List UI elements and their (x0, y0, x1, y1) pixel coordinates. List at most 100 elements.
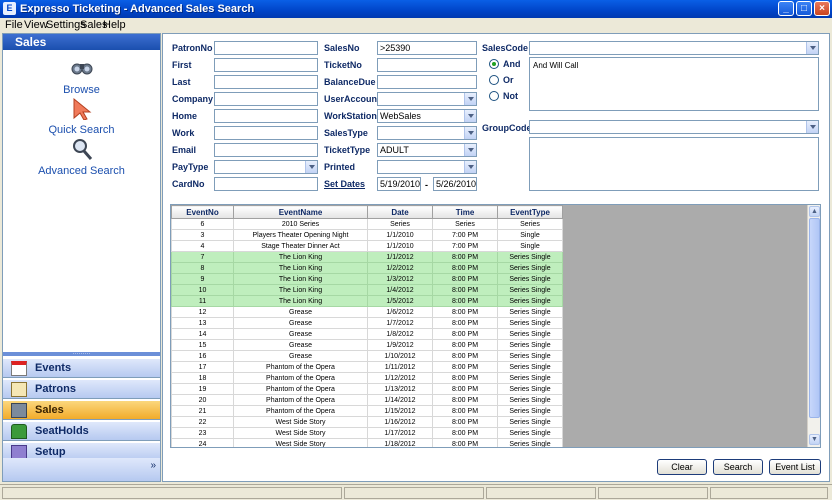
cash-register-icon (11, 403, 27, 418)
email-input[interactable] (214, 143, 318, 157)
chevron-down-icon[interactable] (806, 121, 818, 133)
cardno-input[interactable] (214, 177, 318, 191)
cell-eventname: The Lion King (233, 284, 368, 296)
close-button[interactable]: × (814, 1, 830, 16)
col-header-eventname[interactable]: EventName (233, 205, 368, 219)
menu-view[interactable]: View (24, 19, 48, 31)
cell-eventname: Phantom of the Opera (233, 383, 368, 395)
patronno-input[interactable] (214, 41, 318, 55)
company-input[interactable] (214, 92, 318, 106)
chevron-down-icon[interactable] (464, 127, 476, 139)
tickettype-select[interactable]: ADULT (377, 143, 477, 157)
table-row[interactable]: 16 Grease 1/10/2012 8:00 PM Series Single (171, 350, 563, 362)
home-input[interactable] (214, 109, 318, 123)
clear-button[interactable]: Clear (657, 459, 707, 475)
last-input[interactable] (214, 75, 318, 89)
col-header-eventno[interactable]: EventNo (171, 205, 234, 219)
event-list-button[interactable]: Event List (769, 459, 821, 475)
cell-time: 8:00 PM (432, 328, 498, 340)
table-row[interactable]: 8 The Lion King 1/2/2012 8:00 PM Series Sing… (171, 262, 563, 274)
table-row[interactable]: 18 Phantom of the Opera 1/12/2012 8:00 PM Se… (171, 372, 563, 384)
useraccount-select[interactable] (377, 92, 477, 106)
table-row[interactable]: 14 Grease 1/8/2012 8:00 PM Series Single (171, 328, 563, 340)
cell-eventno: 10 (171, 284, 234, 296)
chevron-down-icon[interactable] (464, 144, 476, 156)
table-row[interactable]: 7 The Lion King 1/1/2012 8:00 PM Series Sing… (171, 251, 563, 263)
chevron-down-icon[interactable] (305, 161, 317, 173)
printed-select[interactable] (377, 160, 477, 174)
chevron-down-icon[interactable] (464, 161, 476, 173)
menu-file[interactable]: File (5, 19, 23, 31)
module-sales[interactable]: Sales (3, 400, 160, 420)
table-row[interactable]: 19 Phantom of the Opera 1/13/2012 8:00 PM Se… (171, 383, 563, 395)
radio-or[interactable] (489, 75, 499, 85)
table-row[interactable]: 9 The Lion King 1/3/2012 8:00 PM Series Sing… (171, 273, 563, 285)
scroll-thumb[interactable] (809, 218, 820, 418)
email-label: Email (172, 145, 197, 155)
table-row[interactable]: 22 West Side Story 1/16/2012 8:00 PM Series … (171, 416, 563, 428)
last-label: Last (172, 77, 191, 87)
paytype-select[interactable] (214, 160, 318, 174)
radio-not[interactable] (489, 91, 499, 101)
balancedue-input[interactable] (377, 75, 477, 89)
set-dates-link[interactable]: Set Dates (324, 178, 365, 190)
cell-eventtype: Series Single (497, 427, 563, 439)
salestype-select[interactable] (377, 126, 477, 140)
table-row[interactable]: 11 The Lion King 1/5/2012 8:00 PM Series Sin… (171, 295, 563, 307)
nav-quick-search[interactable]: Quick Search (3, 96, 160, 136)
search-button[interactable]: Search (713, 459, 763, 475)
salescode-select[interactable] (529, 41, 819, 55)
table-row[interactable]: 21 Phantom of the Opera 1/15/2012 8:00 PM Se… (171, 405, 563, 417)
results-grid[interactable]: EventNo EventName Date Time EventType 62… (170, 204, 821, 448)
nav-advanced-search[interactable]: Advanced Search (3, 137, 160, 177)
tickettype-label: TicketType (324, 145, 371, 155)
table-row[interactable]: 13 Grease 1/7/2012 8:00 PM Series Single (171, 317, 563, 329)
date-to-input[interactable]: 5/26/2010 (433, 177, 477, 191)
nav-quick-search-label: Quick Search (48, 124, 115, 136)
chevron-down-icon[interactable] (806, 42, 818, 54)
minimize-button[interactable]: _ (778, 1, 794, 16)
table-row[interactable]: 4 Stage Theater Dinner Act 1/1/2010 7:00 PM… (171, 240, 563, 252)
date-from-input[interactable]: 5/19/2010 (377, 177, 421, 191)
table-row[interactable]: 3 Players Theater Opening Night 1/1/2010 7:… (171, 229, 563, 241)
nav-browse[interactable]: Browse (3, 56, 160, 96)
cell-eventno: 14 (171, 328, 234, 340)
ticketno-input[interactable] (377, 58, 477, 72)
cell-time: 8:00 PM (432, 350, 498, 362)
title-bar[interactable]: E Expresso Ticketing - Advanced Sales Se… (0, 0, 832, 18)
grid-scrollbar[interactable]: ▲ ▼ (807, 205, 820, 447)
first-input[interactable] (214, 58, 318, 72)
menu-help[interactable]: Help (103, 19, 126, 31)
work-input[interactable] (214, 126, 318, 140)
groupcode-select[interactable] (529, 120, 819, 134)
col-header-date[interactable]: Date (367, 205, 433, 219)
table-row[interactable]: 15 Grease 1/9/2012 8:00 PM Series Single (171, 339, 563, 351)
scroll-up-icon[interactable]: ▲ (809, 206, 820, 217)
cell-date: 1/18/2012 (367, 438, 433, 447)
col-header-eventtype[interactable]: EventType (497, 205, 563, 219)
workstation-select[interactable]: WebSales (377, 109, 477, 123)
salesno-input[interactable]: >25390 (377, 41, 477, 55)
module-seatholds[interactable]: SeatHolds (3, 421, 160, 441)
groupcode-list[interactable] (529, 137, 819, 191)
table-row[interactable]: 6 2010 Series Series Series Series (171, 218, 563, 230)
cell-eventname: Grease (233, 306, 368, 318)
table-row[interactable]: 12 Grease 1/6/2012 8:00 PM Series Single (171, 306, 563, 318)
table-row[interactable]: 17 Phantom of the Opera 1/11/2012 8:00 PM Se… (171, 361, 563, 373)
cell-eventtype: Series Single (497, 416, 563, 428)
expand-modules-button[interactable]: » (3, 458, 160, 481)
module-events[interactable]: Events (3, 358, 160, 378)
maximize-button[interactable]: □ (796, 1, 812, 16)
module-patrons[interactable]: Patrons (3, 379, 160, 399)
table-row[interactable]: 23 West Side Story 1/17/2012 8:00 PM Series … (171, 427, 563, 439)
salescode-list[interactable]: And Will Call (529, 57, 819, 111)
col-header-time[interactable]: Time (432, 205, 498, 219)
panel-splitter[interactable]: ········· (3, 351, 160, 357)
table-row[interactable]: 24 West Side Story 1/18/2012 8:00 PM Series … (171, 438, 563, 447)
radio-and[interactable] (489, 59, 499, 69)
chevron-down-icon[interactable] (464, 93, 476, 105)
scroll-down-icon[interactable]: ▼ (809, 434, 820, 445)
table-row[interactable]: 20 Phantom of the Opera 1/14/2012 8:00 PM Se… (171, 394, 563, 406)
chevron-down-icon[interactable] (464, 110, 476, 122)
table-row[interactable]: 10 The Lion King 1/4/2012 8:00 PM Series Sin… (171, 284, 563, 296)
